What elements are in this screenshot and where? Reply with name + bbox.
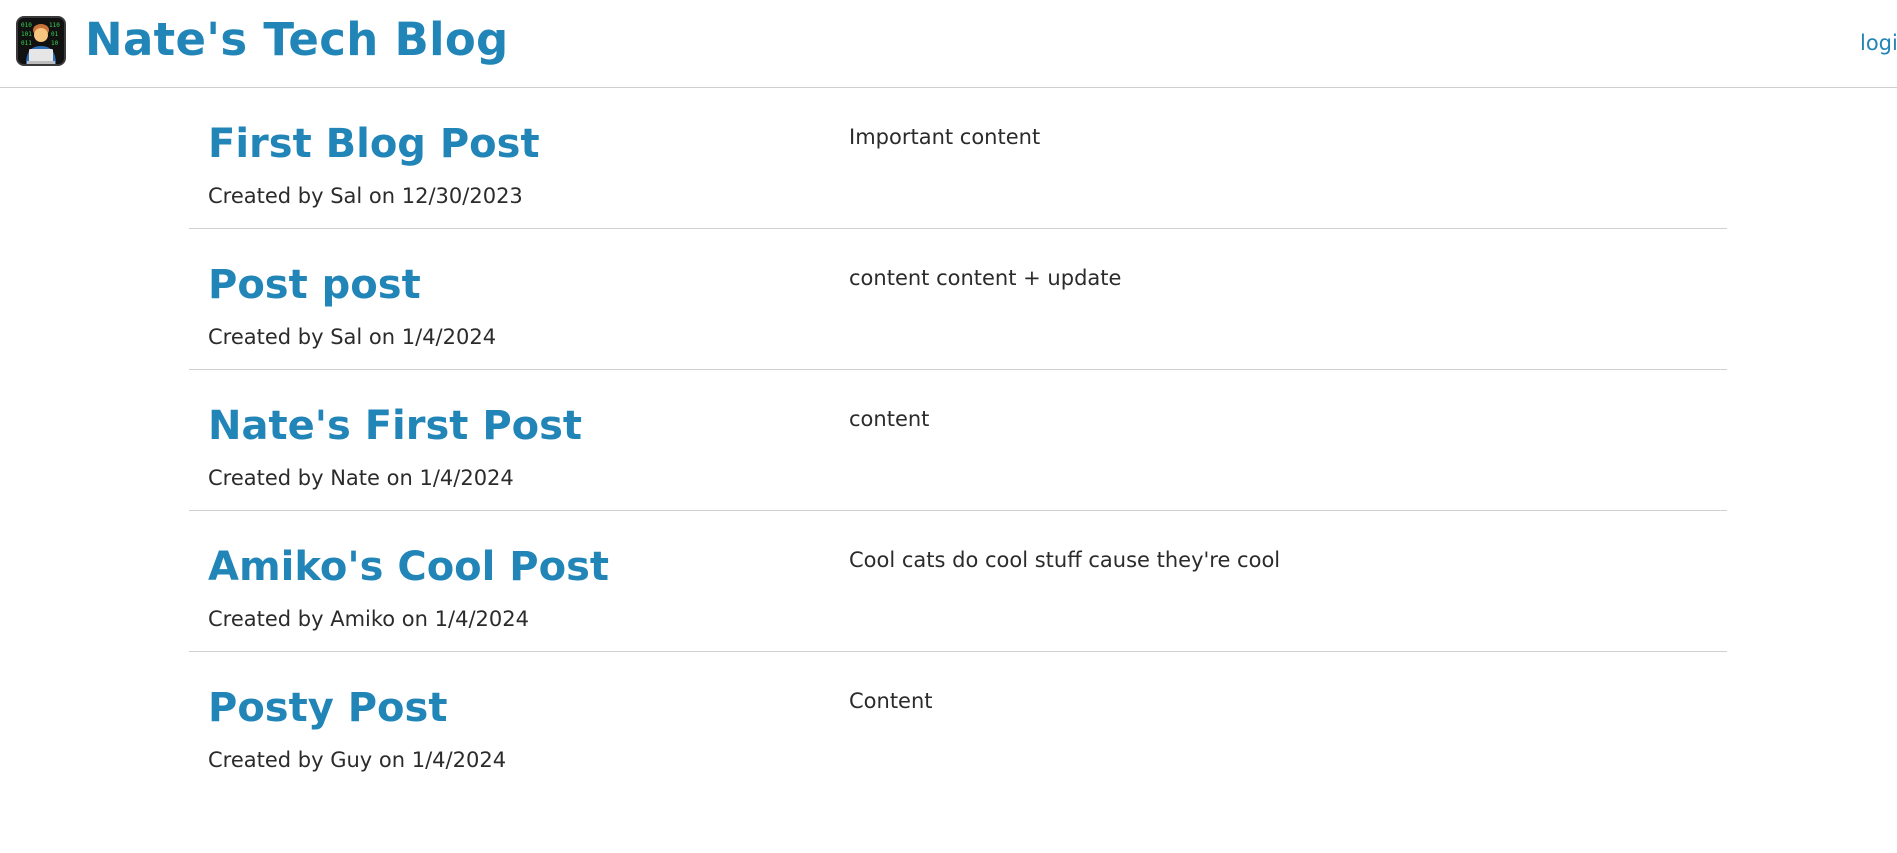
site-title[interactable]: Nate's Tech Blog	[85, 10, 509, 70]
post-content: Cool cats do cool stuff cause they're co…	[849, 548, 1281, 572]
svg-text:01: 01	[51, 31, 59, 38]
post-list: First Blog Post Created by Sal on 12/30/…	[189, 88, 1727, 792]
post-content: content content + update	[849, 266, 1122, 290]
svg-text:10: 10	[51, 40, 59, 47]
svg-text:110: 110	[49, 22, 60, 29]
svg-text:010: 010	[21, 22, 32, 29]
post-meta: Created by Sal on 1/4/2024	[208, 325, 497, 349]
post-item[interactable]: Nate's First Post Created by Nate on 1/4…	[189, 370, 1727, 511]
post-item[interactable]: Post post Created by Sal on 1/4/2024 con…	[189, 229, 1727, 370]
post-meta: Created by Guy on 1/4/2024	[208, 748, 507, 772]
post-title[interactable]: Post post	[208, 260, 421, 310]
post-title[interactable]: Nate's First Post	[208, 401, 582, 451]
svg-text:101: 101	[21, 31, 32, 38]
login-link[interactable]: login	[1860, 29, 1897, 57]
post-item[interactable]: Amiko's Cool Post Created by Amiko on 1/…	[189, 511, 1727, 652]
post-item[interactable]: First Blog Post Created by Sal on 12/30/…	[189, 88, 1727, 229]
svg-text:011: 011	[21, 40, 32, 47]
post-meta: Created by Sal on 12/30/2023	[208, 184, 523, 208]
post-title[interactable]: First Blog Post	[208, 119, 540, 169]
post-content: Content	[849, 689, 933, 713]
post-content: Important content	[849, 125, 1041, 149]
post-item[interactable]: Posty Post Created by Guy on 1/4/2024 Co…	[189, 652, 1727, 792]
post-meta: Created by Amiko on 1/4/2024	[208, 607, 529, 631]
post-content: content	[849, 407, 930, 431]
post-title[interactable]: Amiko's Cool Post	[208, 542, 609, 592]
developer-emoji-icon[interactable]: 010 110 101 01 011 10	[16, 16, 66, 66]
site-header: 010 110 101 01 011 10 Nate's Tech Blog l…	[0, 0, 1897, 88]
post-meta: Created by Nate on 1/4/2024	[208, 466, 514, 490]
post-title[interactable]: Posty Post	[208, 683, 447, 733]
